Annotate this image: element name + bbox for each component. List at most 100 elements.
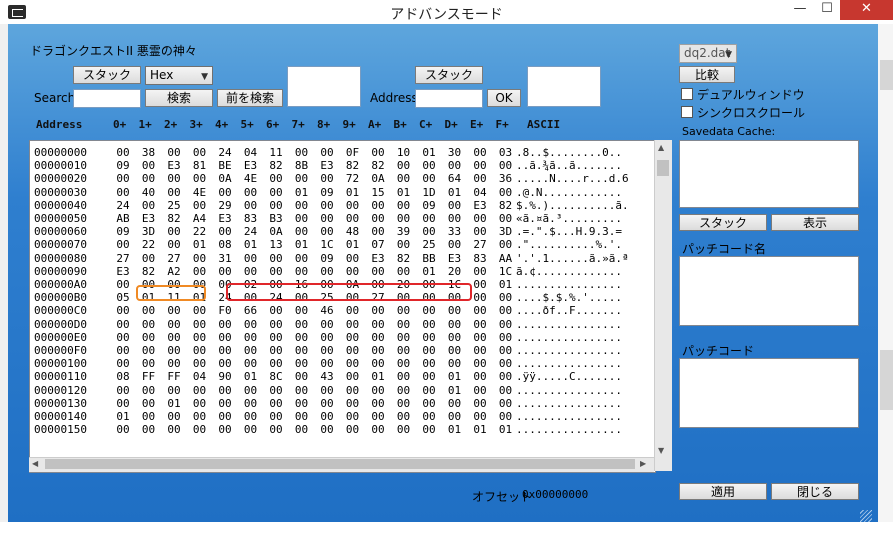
byte-cell[interactable]: 01: [241, 238, 261, 251]
byte-cell[interactable]: 00: [317, 344, 337, 357]
byte-cell[interactable]: 00: [241, 397, 261, 410]
byte-cell[interactable]: 8B: [292, 159, 312, 172]
byte-cell[interactable]: 00: [470, 384, 490, 397]
byte-cell[interactable]: 00: [113, 238, 133, 251]
byte-cell[interactable]: 00: [266, 172, 286, 185]
byte-cell[interactable]: 00: [139, 423, 159, 436]
byte-cell[interactable]: 08: [113, 370, 133, 383]
byte-cell[interactable]: 01: [419, 146, 439, 159]
byte-cell[interactable]: E3: [470, 199, 490, 212]
byte-cell[interactable]: 04: [470, 186, 490, 199]
byte-cell[interactable]: 00: [241, 384, 261, 397]
byte-cell[interactable]: 00: [394, 410, 414, 423]
byte-cell[interactable]: 00: [139, 410, 159, 423]
byte-cell[interactable]: 09: [317, 186, 337, 199]
hex-grid[interactable]: 00000000 00 38 00 00 24 04 11 00 00 0F 00 10 01 30 00 03…: [29, 140, 656, 473]
byte-cell[interactable]: 00: [343, 331, 363, 344]
byte-cell[interactable]: 00: [292, 304, 312, 317]
byte-cell[interactable]: 00: [343, 199, 363, 212]
search-button[interactable]: 検索: [145, 89, 213, 107]
byte-cell[interactable]: 00: [241, 265, 261, 278]
byte-cell[interactable]: BE: [215, 159, 235, 172]
byte-cell[interactable]: 00: [394, 384, 414, 397]
byte-cell[interactable]: 33: [445, 225, 465, 238]
byte-cell[interactable]: 00: [164, 172, 184, 185]
byte-cell[interactable]: 00: [266, 423, 286, 436]
byte-cell[interactable]: 00: [394, 370, 414, 383]
byte-cell[interactable]: 00: [164, 304, 184, 317]
address-preview-box[interactable]: [527, 66, 601, 107]
byte-cell[interactable]: 00: [445, 304, 465, 317]
maximize-button[interactable]: ☐: [812, 0, 842, 20]
byte-cell[interactable]: 00: [394, 238, 414, 251]
byte-cell[interactable]: 36: [496, 172, 516, 185]
byte-cell[interactable]: 00: [215, 357, 235, 370]
byte-cell[interactable]: 00: [496, 186, 516, 199]
byte-cell[interactable]: 00: [445, 199, 465, 212]
byte-cell[interactable]: 00: [394, 265, 414, 278]
byte-cell[interactable]: 00: [419, 212, 439, 225]
byte-cell[interactable]: 00: [292, 357, 312, 370]
byte-cell[interactable]: 00: [113, 278, 133, 291]
byte-cell[interactable]: 00: [419, 423, 439, 436]
byte-cell[interactable]: 00: [445, 238, 465, 251]
byte-cell[interactable]: 82: [496, 199, 516, 212]
byte-cell[interactable]: 00: [292, 265, 312, 278]
byte-cell[interactable]: 1C: [317, 238, 337, 251]
byte-cell[interactable]: 00: [139, 172, 159, 185]
byte-cell[interactable]: 0A: [368, 172, 388, 185]
byte-cell[interactable]: 08: [215, 238, 235, 251]
table-row[interactable]: 00000050 AB E3 82 A4 E3 83 B3 00 00 00 00 00 00 00 00 00…: [30, 212, 655, 225]
byte-cell[interactable]: 00: [343, 304, 363, 317]
byte-cell[interactable]: 00: [266, 265, 286, 278]
byte-cell[interactable]: 00: [368, 384, 388, 397]
byte-cell[interactable]: 00: [139, 357, 159, 370]
byte-cell[interactable]: 0F: [343, 146, 363, 159]
byte-cell[interactable]: 00: [215, 423, 235, 436]
byte-cell[interactable]: 00: [343, 357, 363, 370]
table-row[interactable]: 00000080 27 00 27 00 31 00 00 00 09 00 E3 82 BB E3 83 AA…: [30, 252, 655, 265]
byte-cell[interactable]: 00: [394, 159, 414, 172]
byte-cell[interactable]: 00: [496, 291, 516, 304]
byte-cell[interactable]: 00: [266, 384, 286, 397]
byte-cell[interactable]: AA: [496, 252, 516, 265]
byte-cell[interactable]: 22: [139, 238, 159, 251]
byte-cell[interactable]: E3: [139, 212, 159, 225]
byte-cell[interactable]: 09: [113, 225, 133, 238]
byte-cell[interactable]: 00: [241, 318, 261, 331]
byte-cell[interactable]: 00: [241, 331, 261, 344]
byte-cell[interactable]: 00: [368, 410, 388, 423]
byte-cell[interactable]: 13: [266, 238, 286, 251]
prev-search-button[interactable]: 前を検索: [217, 89, 283, 107]
byte-cell[interactable]: 83: [470, 252, 490, 265]
byte-cell[interactable]: 00: [292, 212, 312, 225]
byte-cell[interactable]: 1C: [496, 265, 516, 278]
byte-cell[interactable]: 00: [241, 423, 261, 436]
byte-cell[interactable]: 00: [292, 331, 312, 344]
table-row[interactable]: 000000C0 00 00 00 00 F0 66 00 00 46 00 00 00 00 00 00 00…: [30, 304, 655, 317]
byte-cell[interactable]: B3: [266, 212, 286, 225]
byte-cell[interactable]: 01: [292, 238, 312, 251]
byte-cell[interactable]: 00: [470, 370, 490, 383]
byte-cell[interactable]: 00: [368, 397, 388, 410]
byte-cell[interactable]: 00: [266, 186, 286, 199]
byte-cell[interactable]: 00: [470, 397, 490, 410]
byte-cell[interactable]: 46: [317, 304, 337, 317]
byte-cell[interactable]: 00: [190, 384, 210, 397]
byte-cell[interactable]: 82: [164, 212, 184, 225]
table-row[interactable]: 00000140 01 00 00 00 00 00 00 00 00 00 00 00 00 00 00 00…: [30, 410, 655, 423]
byte-cell[interactable]: 00: [445, 357, 465, 370]
byte-cell[interactable]: 00: [470, 146, 490, 159]
byte-cell[interactable]: 00: [419, 344, 439, 357]
byte-cell[interactable]: 38: [139, 146, 159, 159]
byte-cell[interactable]: 66: [241, 304, 261, 317]
byte-cell[interactable]: 00: [164, 423, 184, 436]
stack-button[interactable]: スタック: [73, 66, 141, 84]
ok-button[interactable]: OK: [487, 89, 521, 107]
byte-cell[interactable]: 01: [343, 186, 363, 199]
byte-cell[interactable]: 82: [368, 159, 388, 172]
table-row[interactable]: 00000090 E3 82 A2 00 00 00 00 00 00 00 00 00 01 20 00 1C…: [30, 265, 655, 278]
byte-cell[interactable]: 00: [496, 212, 516, 225]
byte-cell[interactable]: 00: [317, 384, 337, 397]
byte-cell[interactable]: 00: [496, 410, 516, 423]
